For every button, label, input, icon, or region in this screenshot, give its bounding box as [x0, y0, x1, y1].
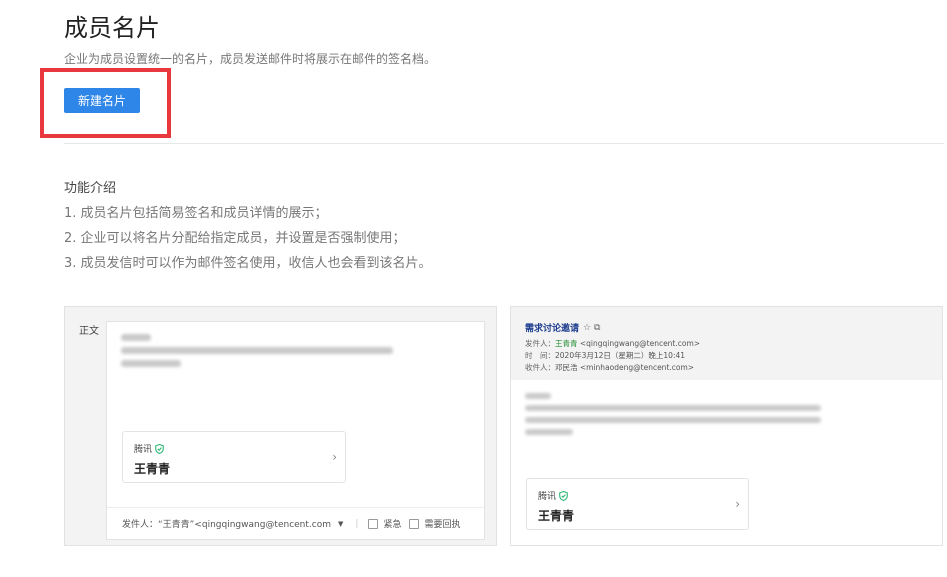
time-label: 时 间： [525, 351, 555, 360]
compose-preview-panel: 正文 腾讯 王青青 › 发件人：“王青青”<qingqingwang@tence… [64, 306, 497, 546]
footer-separator: | [355, 518, 359, 529]
card-company-label: 腾讯 [134, 445, 153, 455]
sender-label: 发件人： [525, 339, 555, 348]
receipt-label: 需要回执 [424, 520, 461, 530]
mail-time-row: 时 间：2020年3月12日（星期二）晚上10:41 [525, 350, 685, 361]
compose-footer: 发件人：“王青青”<qingqingwang@tencent.com ▼ | 紧… [107, 507, 484, 539]
checkbox-icon [409, 518, 420, 529]
mail-header: 需求讨论邀请 ☆ ⧉ 发件人：王青青 <qingqingwang@tencent… [511, 307, 942, 380]
card-company-label: 腾讯 [538, 492, 557, 502]
checkbox-icon [368, 518, 379, 529]
mail-recipient-row: 收件人：邓民浩 <minhaodeng@tencent.com> [525, 362, 694, 373]
card-company: 腾讯 [134, 442, 164, 455]
mail-sender-row: 发件人：王青青 <qingqingwang@tencent.com> [525, 338, 700, 349]
sender-email: <qingqingwang@tencent.com> [579, 339, 701, 348]
mail-preview-panel: 需求讨论邀请 ☆ ⧉ 发件人：王青青 <qingqingwang@tencent… [510, 306, 943, 546]
body-label: 正文 [79, 326, 99, 337]
card-member-name: 王青青 [538, 509, 575, 523]
chevron-right-icon: › [332, 450, 337, 464]
blurred-mail-text [525, 393, 821, 441]
chevron-right-icon: › [735, 497, 740, 511]
intro-title: 功能介绍 [64, 181, 117, 196]
urgent-label: 紧急 [383, 520, 402, 530]
sender-text: 发件人：“王青青”<qingqingwang@tencent.com [122, 520, 331, 530]
member-card[interactable]: 腾讯 王青青 › [122, 431, 346, 483]
blurred-mail-text [121, 334, 393, 373]
sender-select[interactable]: 发件人：“王青青”<qingqingwang@tencent.com ▼ [122, 517, 344, 531]
mail-subject-text: 需求讨论邀请 [525, 324, 580, 334]
mail-subject: 需求讨论邀请 ☆ ⧉ [525, 321, 600, 335]
recipient-label: 收件人： [525, 363, 555, 372]
star-popout-icon[interactable]: ☆ ⧉ [583, 323, 600, 333]
verified-shield-icon [155, 443, 164, 454]
member-card[interactable]: 腾讯 王青青 › [526, 478, 749, 530]
page-description: 企业为成员设置统一的名片，成员发送邮件时将展示在邮件的签名档。 [64, 52, 437, 66]
receipt-checkbox[interactable]: 需要回执 [409, 517, 460, 530]
highlight-annotation-box [40, 68, 171, 138]
sender-name[interactable]: 王青青 [555, 339, 578, 348]
page-title: 成员名片 [64, 14, 160, 42]
recipient-value: 邓民浩 <minhaodeng@tencent.com> [555, 363, 695, 372]
dropdown-arrow-icon: ▼ [338, 519, 344, 528]
intro-item: 2. 企业可以将名片分配给指定成员，并设置是否强制使用； [64, 231, 406, 246]
compose-body-box: 腾讯 王青青 › 发件人：“王青青”<qingqingwang@tencent.… [106, 321, 485, 540]
card-member-name: 王青青 [134, 462, 171, 476]
section-divider [64, 143, 944, 144]
intro-list: 1. 成员名片包括简易签名和成员详情的展示； 2. 企业可以将名片分配给指定成员… [64, 206, 432, 281]
intro-item: 1. 成员名片包括简易签名和成员详情的展示； [64, 206, 328, 221]
card-company: 腾讯 [538, 489, 568, 502]
time-value: 2020年3月12日（星期二）晚上10:41 [555, 351, 686, 360]
verified-shield-icon [559, 490, 568, 501]
urgent-checkbox[interactable]: 紧急 [368, 517, 401, 530]
intro-item: 3. 成员发信时可以作为邮件签名使用，收信人也会看到该名片。 [64, 256, 432, 271]
